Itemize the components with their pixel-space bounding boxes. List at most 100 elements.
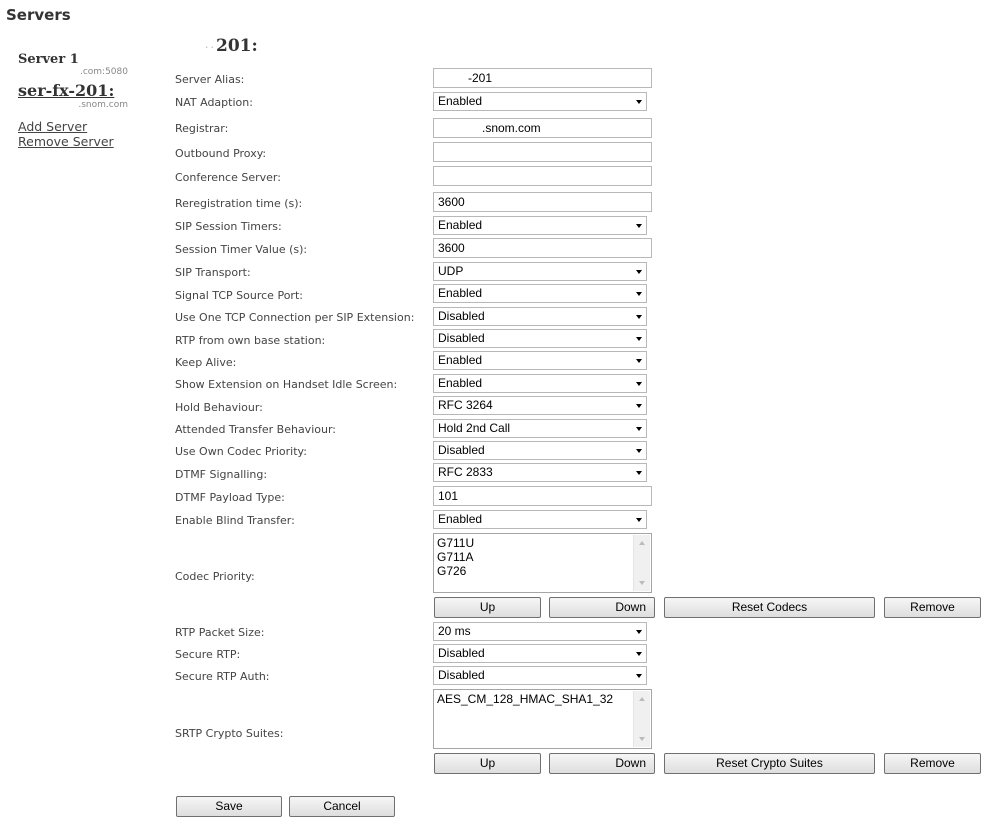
server1-name[interactable]: Server 1 [18, 52, 138, 67]
codec-priority-label: Codec Priority: [175, 570, 255, 583]
own-codec-priority-label: Use Own Codec Priority: [175, 445, 307, 458]
own-codec-priority-select[interactable]: Disabled [433, 441, 647, 460]
conference-server-label: Conference Server: [175, 171, 281, 184]
chevron-down-icon [636, 100, 642, 104]
crypto-up-button[interactable]: Up [434, 753, 541, 774]
chevron-down-icon [636, 427, 642, 431]
registrar-input[interactable]: .snom.com [433, 118, 652, 138]
nat-adaption-label: NAT Adaption: [175, 96, 253, 109]
keep-alive-value: Enabled [438, 353, 483, 367]
chevron-down-icon [636, 630, 642, 634]
reregistration-time-label: Reregistration time (s): [175, 197, 303, 210]
nat-adaption-select[interactable]: Enabled [433, 92, 647, 111]
sip-transport-value: UDP [438, 264, 464, 278]
chevron-down-icon [636, 674, 642, 678]
codec-up-button[interactable]: Up [434, 597, 541, 618]
chevron-down-icon [636, 224, 642, 228]
chevron-down-icon [636, 404, 642, 408]
reset-codecs-button[interactable]: Reset Codecs [664, 597, 875, 618]
server2-host: .snom.com [78, 100, 128, 110]
rtp-packet-size-label: RTP Packet Size: [175, 626, 265, 639]
outbound-proxy-input[interactable] [433, 142, 652, 162]
chevron-down-icon [636, 270, 642, 274]
one-tcp-connection-value: Disabled [438, 309, 485, 323]
codec-down-button[interactable]: Down [549, 597, 655, 618]
dtmf-signalling-value: RFC 2833 [438, 465, 493, 479]
save-button[interactable]: Save [176, 796, 282, 817]
secure-rtp-auth-label: Secure RTP Auth: [175, 670, 270, 683]
remove-server-link[interactable]: Remove Server [18, 134, 138, 149]
list-item[interactable]: G711A [437, 550, 648, 564]
dtmf-payload-type-value: 101 [438, 489, 459, 503]
crypto-down-button[interactable]: Down [549, 753, 655, 774]
rtp-own-base-value: Disabled [438, 331, 485, 345]
cancel-button[interactable]: Cancel [289, 796, 395, 817]
blind-transfer-select[interactable]: Enabled [433, 510, 647, 529]
reregistration-time-value: 3600 [438, 195, 465, 209]
signal-tcp-source-port-value: Enabled [438, 286, 483, 300]
server-alias-label: Server Alias: [175, 73, 245, 86]
sip-session-timers-value: Enabled [438, 218, 483, 232]
show-extension-value: Enabled [438, 376, 483, 390]
dtmf-signalling-select[interactable]: RFC 2833 [433, 463, 647, 482]
chevron-down-icon [636, 292, 642, 296]
keep-alive-select[interactable]: Enabled [433, 351, 647, 370]
rtp-packet-size-value: 20 ms [438, 624, 471, 638]
chevron-down-icon [636, 518, 642, 522]
srtp-crypto-suites-label: SRTP Crypto Suites: [175, 727, 284, 740]
show-extension-select[interactable]: Enabled [433, 374, 647, 393]
one-tcp-connection-select[interactable]: Disabled [433, 307, 647, 326]
registrar-label: Registrar: [175, 122, 229, 135]
reset-crypto-suites-button[interactable]: Reset Crypto Suites [664, 753, 875, 774]
srtp-crypto-suites-listbox[interactable]: AES_CM_128_HMAC_SHA1_32 [433, 689, 652, 749]
sip-session-timers-select[interactable]: Enabled [433, 216, 647, 235]
reregistration-time-input[interactable]: 3600 [433, 192, 652, 212]
remove-codec-button[interactable]: Remove [884, 597, 981, 618]
scroll-down-icon[interactable] [639, 581, 645, 585]
hold-behaviour-select[interactable]: RFC 3264 [433, 396, 647, 415]
remove-crypto-suite-button[interactable]: Remove [884, 753, 981, 774]
blind-transfer-label: Enable Blind Transfer: [175, 514, 295, 527]
scroll-down-icon[interactable] [639, 737, 645, 741]
secure-rtp-label: Secure RTP: [175, 648, 241, 661]
list-item[interactable]: G726 [437, 564, 648, 578]
chevron-down-icon [636, 652, 642, 656]
server1-host: .com:5080 [79, 67, 128, 77]
session-timer-value-value: 3600 [438, 241, 465, 255]
list-item[interactable]: AES_CM_128_HMAC_SHA1_32 [437, 692, 648, 706]
server2-name[interactable]: ser-fx-201: [18, 81, 138, 100]
secure-rtp-auth-select[interactable]: Disabled [433, 666, 647, 685]
dtmf-payload-type-input[interactable]: 101 [433, 486, 652, 506]
signal-tcp-source-port-label: Signal TCP Source Port: [175, 289, 303, 302]
nat-adaption-value: Enabled [438, 94, 483, 108]
listbox-scrollbar[interactable] [633, 535, 650, 591]
chevron-down-icon [636, 382, 642, 386]
listbox-scrollbar[interactable] [633, 691, 650, 747]
sip-transport-label: SIP Transport: [175, 266, 251, 279]
outbound-proxy-label: Outbound Proxy: [175, 147, 267, 160]
session-timer-value-input[interactable]: 3600 [433, 238, 652, 258]
hold-behaviour-label: Hold Behaviour: [175, 401, 263, 414]
hold-behaviour-value: RFC 3264 [438, 398, 493, 412]
form-title-text: 201: [216, 36, 258, 56]
own-codec-priority-value: Disabled [438, 443, 485, 457]
server-alias-input[interactable]: -201 [433, 68, 652, 88]
chevron-down-icon [636, 471, 642, 475]
chevron-down-icon [636, 449, 642, 453]
conference-server-input[interactable] [433, 166, 652, 186]
secure-rtp-select[interactable]: Disabled [433, 644, 647, 663]
registrar-value: .snom.com [482, 121, 541, 135]
attended-transfer-select[interactable]: Hold 2nd Call [433, 419, 647, 438]
signal-tcp-source-port-select[interactable]: Enabled [433, 284, 647, 303]
list-item[interactable]: G711U [437, 536, 648, 550]
rtp-packet-size-select[interactable]: 20 ms [433, 622, 647, 641]
codec-priority-listbox[interactable]: G711U G711A G726 [433, 533, 652, 593]
sip-transport-select[interactable]: UDP [433, 262, 647, 281]
blind-transfer-value: Enabled [438, 512, 483, 526]
scroll-up-icon[interactable] [639, 697, 645, 701]
scroll-up-icon[interactable] [639, 541, 645, 545]
attended-transfer-value: Hold 2nd Call [438, 421, 511, 435]
rtp-own-base-select[interactable]: Disabled [433, 329, 647, 348]
add-server-link[interactable]: Add Server [18, 119, 138, 134]
sip-session-timers-label: SIP Session Timers: [175, 220, 282, 233]
